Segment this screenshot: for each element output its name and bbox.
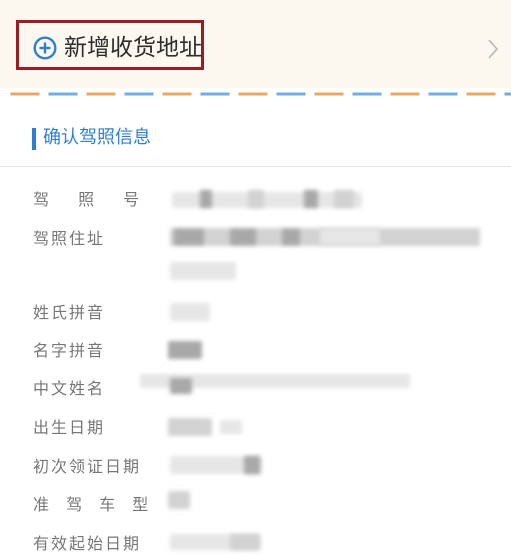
field-label-valid-from: 有效起始日期 xyxy=(33,534,142,553)
field-label-vehicle-class: 准 驾 车 型 xyxy=(33,495,155,514)
field-label-birth-date: 出生日期 xyxy=(33,418,106,437)
field-label-license-address: 驾照住址 xyxy=(33,229,106,248)
field-label-first-issue-date: 初次领证日期 xyxy=(33,457,142,476)
section-accent-bar xyxy=(32,128,36,150)
field-label-given-name-pinyin: 名字拼音 xyxy=(33,341,106,360)
field-label-surname-pinyin: 姓氏拼音 xyxy=(33,303,106,322)
field-label-chinese-name: 中文姓名 xyxy=(33,379,106,398)
add-address-label[interactable]: 新增收货地址 xyxy=(64,31,202,65)
field-label-license-number: 驾 照 号 xyxy=(33,190,152,209)
chevron-right-icon[interactable] xyxy=(487,38,499,60)
airmail-stripe-divider xyxy=(0,88,511,102)
plus-circle-icon[interactable] xyxy=(33,36,57,60)
section-title: 确认驾照信息 xyxy=(43,127,151,148)
